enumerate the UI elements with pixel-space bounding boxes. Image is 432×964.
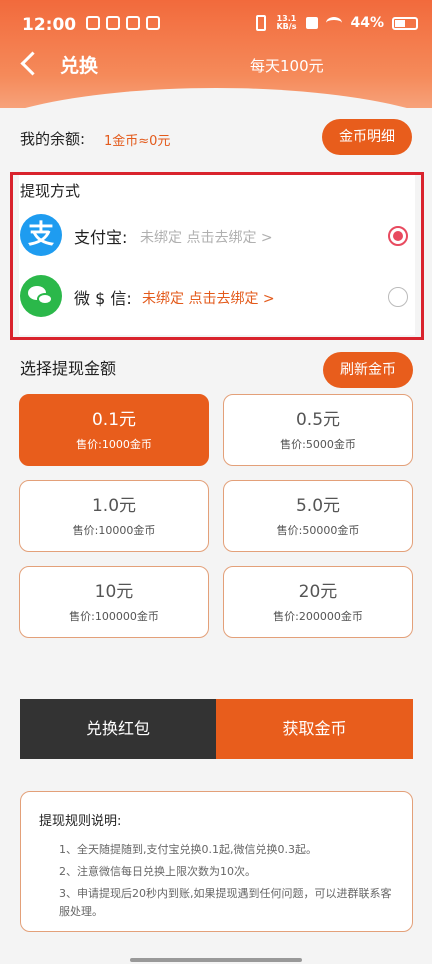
rules-title: 提现规则说明:: [39, 814, 122, 829]
status-time: 12:00: [22, 15, 77, 35]
amount-option-card[interactable]: 20元 售价:200000金币: [223, 566, 413, 638]
net-speed: 13.1 KB/s: [276, 14, 297, 31]
amount-option-card[interactable]: 5.0元 售价:50000金币: [223, 480, 413, 552]
amount-value: 1.0元: [91, 496, 137, 516]
battery-icon: [392, 16, 418, 30]
alipay-label: 支付宝:: [74, 228, 128, 247]
amount-price: 售价:100000金币: [69, 610, 159, 623]
wechat-radio[interactable]: [388, 287, 408, 307]
wechat-option[interactable]: 微 $ 信: 未绑定 点击去绑定 >: [20, 275, 412, 319]
notification-icons: [86, 16, 160, 30]
wechat-bind-status[interactable]: 未绑定 点击去绑定 >: [142, 288, 275, 308]
action-buttons: 兑换红包 获取金币: [20, 699, 413, 759]
amount-option-card[interactable]: 0.1元 售价:1000金币: [19, 394, 209, 466]
amount-price: 售价:200000金币: [273, 610, 363, 623]
balance-value: 1金币≈0元: [104, 134, 171, 149]
earn-coins-button[interactable]: 获取金币: [216, 699, 413, 759]
amount-value: 0.5元: [295, 410, 341, 430]
home-indicator[interactable]: [130, 958, 302, 962]
notification-icon: [126, 16, 140, 30]
amount-price: 售价:50000金币: [276, 524, 360, 537]
amount-price: 售价:5000金币: [280, 438, 356, 451]
rules-box: 提现规则说明: 1、全天随提随到,支付宝兑换0.1起,微信兑换0.3起。 2、注…: [20, 791, 413, 932]
amount-price: 售价:10000金币: [72, 524, 156, 537]
notification-icon: [106, 16, 120, 30]
notification-icon: [86, 16, 100, 30]
amount-value: 5.0元: [295, 496, 341, 516]
sim-icon: [306, 17, 319, 29]
amount-option-card[interactable]: 10元 售价:100000金币: [19, 566, 209, 638]
page-title: 兑换: [60, 55, 99, 77]
alipay-radio[interactable]: [388, 226, 408, 246]
rule-item: 3、申请提现后20秒内到账,如果提现遇到任何问题，可以进群联系客服处理。: [59, 887, 392, 918]
amount-price: 售价:1000金币: [76, 438, 152, 451]
amount-value: 0.1元: [91, 410, 137, 430]
withdraw-method-title: 提现方式: [20, 182, 81, 200]
vibrate-icon: [256, 15, 267, 31]
amount-value: 10元: [94, 582, 134, 602]
back-arrow-icon[interactable]: [18, 52, 42, 76]
wechat-label: 微 $ 信:: [74, 289, 132, 308]
daily-limit-text: 每天100元: [250, 57, 324, 75]
balance-row: 我的余额: 1金币≈0元 金币明细: [20, 118, 412, 158]
coin-detail-button[interactable]: 金币明细: [322, 119, 412, 155]
status-bar: 12:00 13.1 KB/s 44%: [0, 0, 432, 48]
rule-item: 1、全天随提随到,支付宝兑换0.1起,微信兑换0.3起。: [59, 843, 317, 856]
wechat-icon: [20, 275, 62, 317]
wifi-icon: [326, 17, 343, 29]
amount-option-card[interactable]: 1.0元 售价:10000金币: [19, 480, 209, 552]
amount-option-card[interactable]: 0.5元 售价:5000金币: [223, 394, 413, 466]
alipay-icon: 支: [20, 214, 62, 256]
alipay-option[interactable]: 支 支付宝: 未绑定 点击去绑定 >: [20, 214, 412, 258]
status-right: 13.1 KB/s 44%: [256, 15, 418, 31]
rule-item: 2、注意微信每日兑换上限次数为10次。: [59, 865, 256, 878]
exchange-redpacket-button[interactable]: 兑换红包: [20, 699, 216, 759]
amount-value: 20元: [298, 582, 338, 602]
refresh-coins-button[interactable]: 刷新金币: [323, 352, 413, 388]
battery-percent: 44%: [350, 15, 384, 31]
amount-section-title: 选择提现金额: [20, 359, 117, 378]
balance-label: 我的余额:: [20, 130, 86, 148]
alipay-bind-status[interactable]: 未绑定 点击去绑定 >: [140, 227, 273, 247]
notification-icon: [146, 16, 160, 30]
